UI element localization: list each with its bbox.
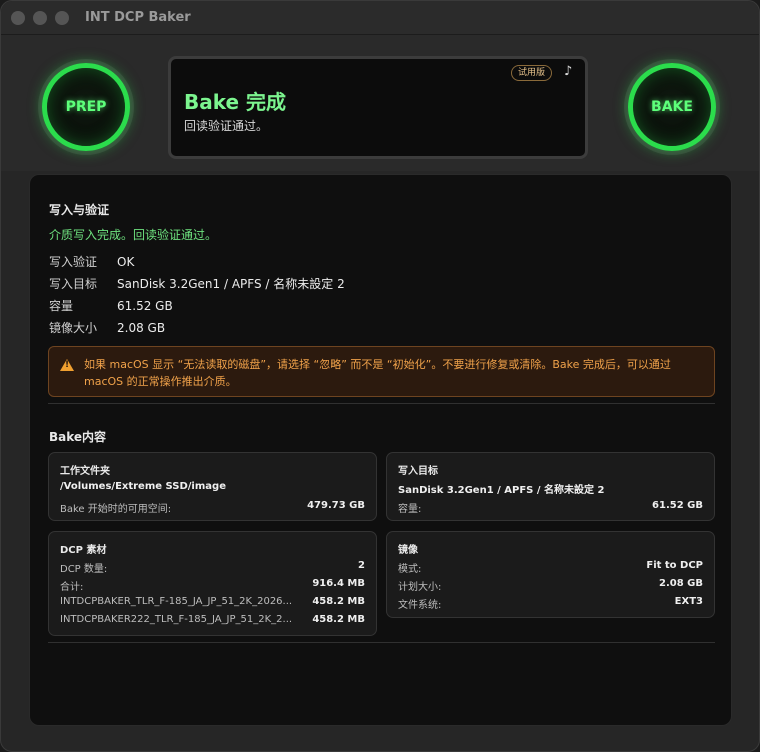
close-window-button[interactable] [11,11,25,25]
card-title: 工作文件夹 [60,466,110,477]
section-divider [48,642,715,643]
warning-text: 如果 macOS 显示 “无法读取的磁盘”，请选择 “忽略” 而不是 “初始化”… [84,358,671,388]
dcp-count-row: DCP 数量: 2 [60,560,365,575]
dcp-item-row: INTDCPBAKER222_TLR_F-185_JA_JP_51_2K_2..… [60,614,365,625]
dcp-count-value: 2 [358,560,365,571]
available-space-value: 479.73 GB [307,500,365,511]
main-panel: 写入与验证 介质写入完成。回读验证通过。 写入验证 OK 写入目标 SanDisk … [29,174,732,726]
row-label: 容量 [49,299,74,313]
image-card: 镜像 模式: Fit to DCP 计划大小: 2.08 GB 文件系统: EX… [386,531,715,618]
minimize-window-button[interactable] [33,11,47,25]
bake-content-heading: Bake内容 [49,430,107,444]
section-divider [48,403,715,404]
prep-button-label: PREP [65,99,107,115]
row-value: 61.52 GB [117,299,173,313]
target-capacity-value: 61.52 GB [652,500,703,511]
bake-button[interactable]: BAKE [628,63,716,151]
dcp-total-value: 916.4 MB [312,578,365,589]
app-window: INT DCP Baker PREP 试用版 ♪ Bake 完成 回读验证通过。… [0,0,760,752]
status-subtitle: 回读验证通过。 [184,119,269,133]
bake-button-label: BAKE [651,99,693,115]
write-success-message: 介质写入完成。回读验证通过。 [49,228,218,242]
status-title: Bake 完成 [184,90,287,114]
write-verify-heading: 写入与验证 [49,203,110,217]
card-title: 镜像 [398,545,418,556]
dcp-material-card: DCP 素材 DCP 数量: 2 合计: 916.4 MB INTDCPBAKE… [48,531,377,636]
row-value: OK [117,255,135,269]
dcp-item-row: INTDCPBAKER_TLR_F-185_JA_JP_51_2K_2026..… [60,596,365,607]
trial-badge: 试用版 [511,65,553,81]
capacity-row: 容量 61.52 GB [49,297,173,314]
title-bar: INT DCP Baker [1,1,759,35]
image-size-row: 镜像大小 2.08 GB [49,319,165,336]
music-note-icon[interactable]: ♪ [564,64,572,79]
dcp-item-size: 458.2 MB [312,596,365,607]
work-folder-card: 工作文件夹 /Volumes/Extreme SSD/image Bake 开始… [48,452,377,521]
warning-icon-mark: ! [65,360,70,370]
card-title: DCP 素材 [60,545,107,556]
row-value: 2.08 GB [117,321,166,335]
dcp-item-name: INTDCPBAKER222_TLR_F-185_JA_JP_51_2K_2..… [60,614,293,625]
status-display: 试用版 ♪ Bake 完成 回读验证通过。 [168,56,588,159]
filesystem-row: 文件系统: EXT3 [398,596,703,611]
write-verify-row: 写入验证 OK [49,253,134,270]
available-space-label: Bake 开始时的可用空间: [60,504,172,515]
warning-banner: ! 如果 macOS 显示 “无法读取的磁盘”，请选择 “忽略” 而不是 “初始… [48,346,715,397]
dcp-total-label: 合计: [60,582,84,593]
write-target-row: 写入目标 SanDisk 3.2Gen1 / APFS / 名称未設定 2 [49,275,345,292]
row-label: 写入目标 [49,277,98,291]
row-label: 写入验证 [49,255,98,269]
dcp-count-label: DCP 数量: [60,564,108,575]
dcp-item-size: 458.2 MB [312,614,365,625]
zoom-window-button[interactable] [55,11,69,25]
filesystem-value: EXT3 [674,596,703,607]
dcp-total-row: 合计: 916.4 MB [60,578,365,593]
image-mode-row: 模式: Fit to DCP [398,560,703,575]
available-space-row: Bake 开始时的可用空间: 479.73 GB [60,500,365,515]
row-label: 镜像大小 [49,321,98,335]
write-target-card: 写入目标 SanDisk 3.2Gen1 / APFS / 名称未設定 2 容量… [386,452,715,521]
card-title: 写入目标 [398,466,438,477]
prep-button[interactable]: PREP [42,63,130,151]
image-mode-label: 模式: [398,564,422,575]
window-title: INT DCP Baker [85,10,191,25]
dcp-item-name: INTDCPBAKER_TLR_F-185_JA_JP_51_2K_2026..… [60,596,293,607]
target-capacity-label: 容量: [398,504,422,515]
image-mode-value: Fit to DCP [646,560,703,571]
plan-size-label: 计划大小: [398,582,442,593]
row-value: SanDisk 3.2Gen1 / APFS / 名称未設定 2 [117,277,345,291]
target-capacity-row: 容量: 61.52 GB [398,500,703,515]
plan-size-value: 2.08 GB [659,578,703,589]
work-folder-path: /Volumes/Extreme SSD/image [60,481,226,492]
filesystem-label: 文件系统: [398,600,442,611]
plan-size-row: 计划大小: 2.08 GB [398,578,703,593]
target-name: SanDisk 3.2Gen1 / APFS / 名称未設定 2 [398,485,605,496]
